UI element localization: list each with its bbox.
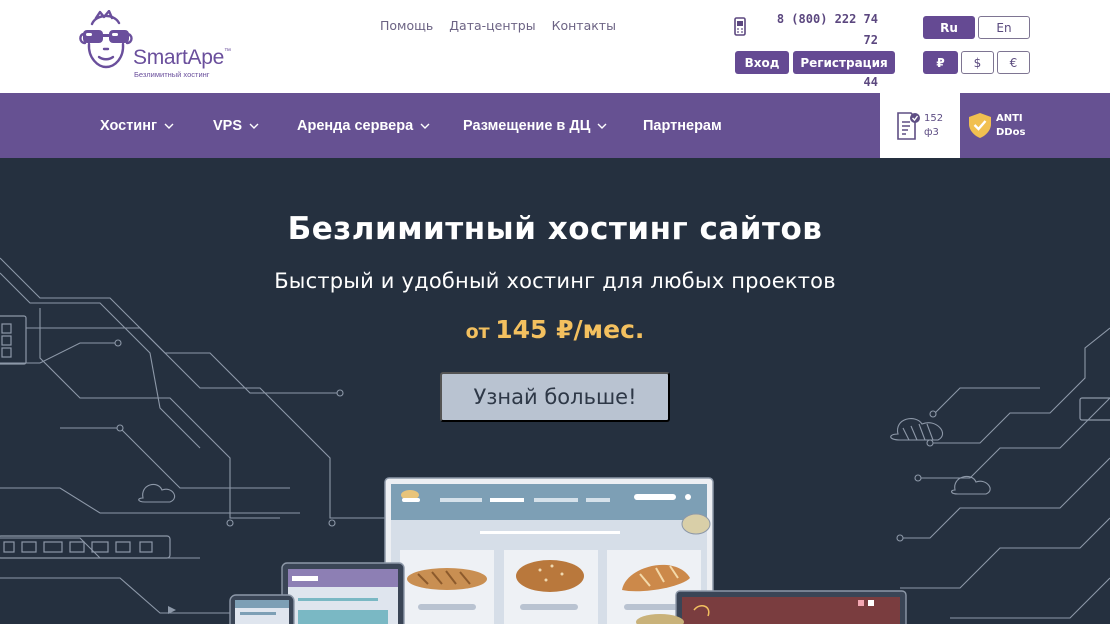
currency-eur-button[interactable]: € (997, 51, 1030, 74)
document-check-icon (897, 112, 920, 140)
nav-item-label: Хостинг (100, 117, 158, 134)
price-prefix: от (465, 321, 490, 343)
datacenters-link[interactable]: Дата-центры (449, 18, 535, 33)
currency-usd-button[interactable]: $ (961, 51, 994, 74)
site-header: SmartApe™ Безлимитный хостинг Помощь Дат… (0, 0, 1110, 93)
fz152-label: 152 ф3 (924, 113, 944, 138)
login-button[interactable]: Вход (735, 51, 789, 74)
help-link[interactable]: Помощь (380, 18, 433, 33)
antiddos-label[interactable]: ANTI DDos (996, 112, 1025, 140)
nav-item-partners[interactable]: Партнерам (643, 93, 722, 158)
nav-item-hosting[interactable]: Хостинг (100, 93, 174, 158)
contacts-link[interactable]: Контакты (552, 18, 616, 33)
phone-number-free[interactable]: 8 (800) 222 74 72 (756, 9, 878, 51)
chevron-down-icon (249, 123, 259, 129)
lang-en-button[interactable]: En (978, 16, 1030, 39)
hero-section: Безлимитный хостинг сайтов Быстрый и удо… (0, 158, 1110, 624)
nav-item-label: Партнерам (643, 117, 722, 134)
learn-more-button[interactable]: Узнай больше! (440, 372, 670, 422)
price-value: 145 ₽/мес. (495, 315, 645, 344)
nav-item-label: Размещение в ДЦ (463, 117, 591, 134)
nav-item-vps[interactable]: VPS (213, 93, 259, 158)
lang-ru-button[interactable]: Ru (923, 16, 975, 39)
fz152-badge[interactable]: 152 ф3 (880, 93, 960, 158)
hero-title: Безлимитный хостинг сайтов (287, 211, 823, 247)
shield-check-icon (969, 113, 991, 138)
hero-price: от 145 ₽/мес. (0, 315, 1110, 344)
nav-item-colocation[interactable]: Размещение в ДЦ (463, 93, 607, 158)
nav-item-server-rent[interactable]: Аренда сервера (297, 93, 430, 158)
chevron-down-icon (597, 123, 607, 129)
logo-tagline: Безлимитный хостинг (134, 70, 210, 79)
chevron-down-icon (420, 123, 430, 129)
main-nav: Хостинг VPS Аренда сервера Размещение в … (0, 93, 1110, 158)
logo-text: SmartApe™ (133, 46, 231, 69)
register-button[interactable]: Регистрация (793, 51, 895, 74)
currency-rub-button[interactable]: ₽ (923, 51, 958, 74)
hero-subtitle: Быстрый и удобный хостинг для любых прое… (274, 269, 836, 293)
chevron-down-icon (164, 123, 174, 129)
nav-item-label: Аренда сервера (297, 117, 414, 134)
logo[interactable]: SmartApe™ Безлимитный хостинг (78, 10, 258, 80)
mobile-phone-icon (734, 17, 746, 36)
monkey-glasses-logo-icon (79, 10, 133, 69)
nav-item-label: VPS (213, 117, 243, 134)
top-links: Помощь Дата-центры Контакты (380, 18, 616, 33)
